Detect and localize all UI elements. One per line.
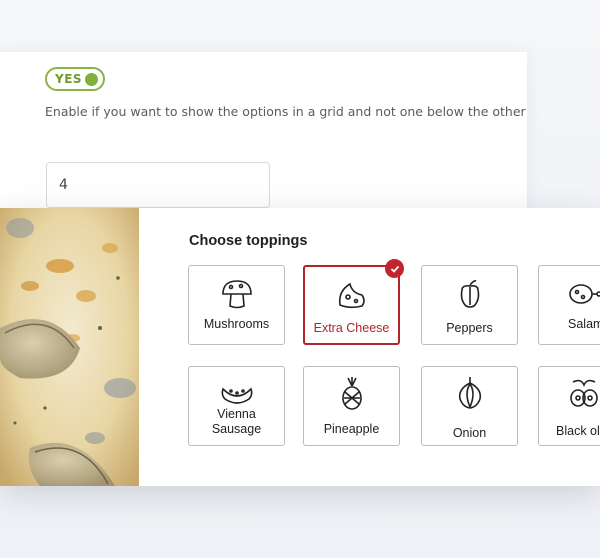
salami-icon — [539, 276, 600, 312]
toggle-knob — [85, 73, 98, 86]
columns-input[interactable] — [46, 162, 270, 208]
mushroom-icon — [189, 276, 284, 312]
selected-check-icon — [385, 259, 404, 278]
toggle-label: YES — [55, 72, 83, 86]
toppings-title: Choose toppings — [189, 233, 308, 249]
topping-onion[interactable]: Onion — [421, 366, 518, 446]
grid-toggle[interactable]: YES — [45, 67, 105, 91]
topping-black-olives[interactable]: Black olives — [538, 366, 600, 446]
topping-label: Salami — [568, 317, 600, 331]
grid-help-text: Enable if you want to show the options i… — [45, 104, 526, 119]
topping-mushrooms[interactable]: Mushrooms — [188, 265, 285, 345]
pepper-icon — [422, 276, 517, 312]
pineapple-icon — [304, 375, 399, 411]
topping-label: Pineapple — [323, 422, 380, 436]
topping-label: Mushrooms — [203, 317, 270, 331]
onion-icon — [422, 375, 517, 411]
topping-label: Sausage — [211, 422, 262, 436]
topping-pineapple[interactable]: Pineapple — [303, 366, 400, 446]
topping-label: Black olives — [556, 424, 600, 438]
topping-label: Peppers — [446, 321, 493, 335]
topping-salami[interactable]: Salami — [538, 265, 600, 345]
topping-peppers[interactable]: Peppers — [421, 265, 518, 345]
topping-label: Vienna — [217, 407, 256, 421]
topping-extra-cheese[interactable]: Extra Cheese — [303, 259, 404, 345]
sausage-icon — [189, 375, 284, 411]
topping-label: Onion — [452, 426, 487, 440]
toppings-card: Choose toppings Mushrooms Extra Cheese P… — [0, 208, 600, 486]
cheese-icon — [305, 277, 398, 313]
topping-label: Extra Cheese — [313, 321, 390, 335]
olives-icon — [539, 375, 600, 411]
topping-vienna-sausage[interactable]: Vienna Sausage — [188, 366, 285, 446]
pizza-photo — [0, 208, 139, 486]
